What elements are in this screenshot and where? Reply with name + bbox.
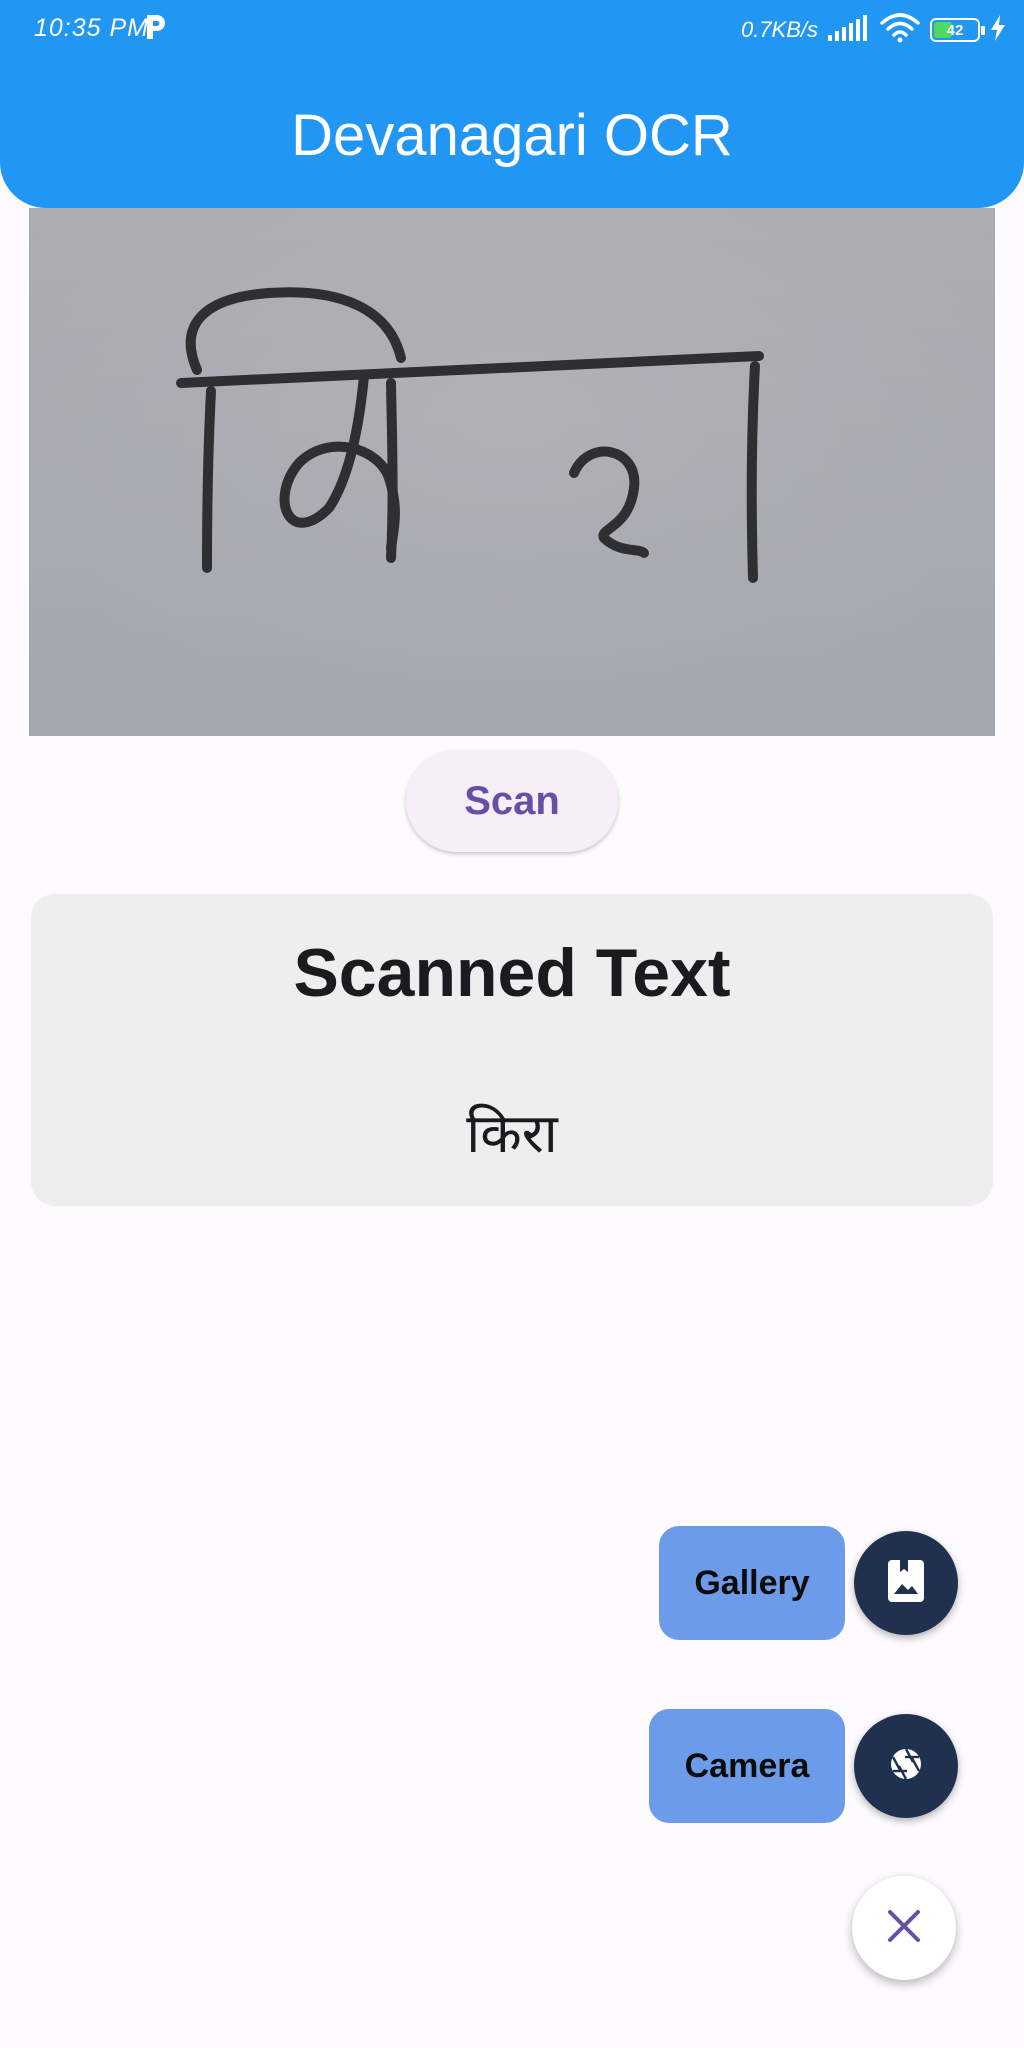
- wifi-icon: [880, 12, 920, 48]
- network-speed: 0.7KB/s: [740, 17, 818, 42]
- image-preview: [29, 208, 995, 736]
- gallery-label[interactable]: Gallery: [659, 1526, 845, 1640]
- gallery-photo-icon: [886, 1558, 926, 1609]
- scan-button[interactable]: Scan: [406, 750, 618, 852]
- battery-level: 42: [946, 21, 964, 39]
- camera-button[interactable]: [854, 1714, 958, 1818]
- scanned-text-card: Scanned Text किरा: [31, 894, 993, 1206]
- scanned-text-value: किरा: [466, 1104, 558, 1164]
- battery-icon: 42: [930, 18, 985, 42]
- status-bar: 10:35 PM 0.7KB/s 42: [0, 0, 1024, 62]
- status-time: 10:35 PM: [34, 14, 150, 42]
- signal-icon: [828, 14, 870, 46]
- camera-label[interactable]: Camera: [649, 1709, 845, 1823]
- app-title: Devanagari OCR: [291, 103, 733, 168]
- scanned-text-heading: Scanned Text: [293, 935, 731, 1011]
- close-icon: [884, 1906, 924, 1951]
- camera-shutter-icon: [889, 1747, 923, 1786]
- charging-bolt-icon: [990, 14, 1006, 46]
- handwritten-word-image: [29, 208, 995, 736]
- gallery-button[interactable]: [854, 1531, 958, 1635]
- p-icon: [144, 12, 172, 46]
- close-speed-dial-button[interactable]: [852, 1876, 956, 1980]
